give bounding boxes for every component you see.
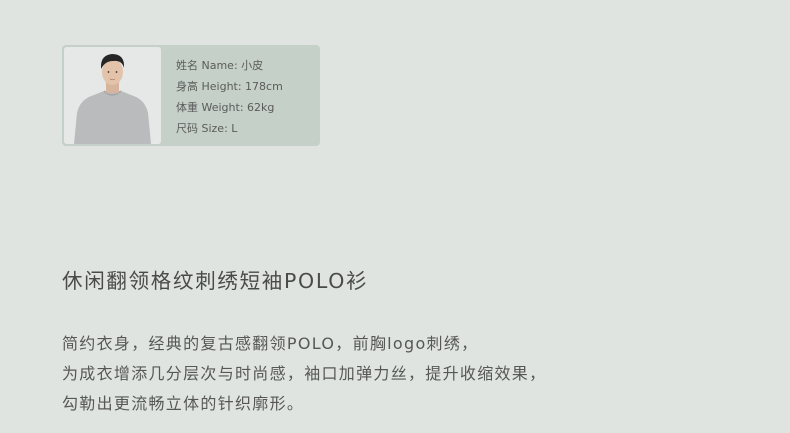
model-info-card: 姓名 Name: 小皮 身高 Height: 178cm 体重 Weight: … [62, 45, 320, 146]
model-specs: 姓名 Name: 小皮 身高 Height: 178cm 体重 Weight: … [176, 55, 283, 139]
model-photo [64, 47, 161, 144]
description-line: 为成衣增添几分层次与时尚感，袖口加弹力丝，提升收缩效果， [62, 364, 547, 383]
model-name: 姓名 Name: 小皮 [176, 59, 264, 72]
model-size: 尺码 Size: L [176, 122, 238, 135]
product-title: 休闲翻领格纹刺绣短袖POLO衫 [62, 269, 369, 293]
description-line: 简约衣身，经典的复古感翻领POLO，前胸logo刺绣， [62, 334, 479, 353]
product-description: 简约衣身，经典的复古感翻领POLO，前胸logo刺绣， 为成衣增添几分层次与时尚… [62, 329, 546, 419]
model-height: 身高 Height: 178cm [176, 80, 283, 93]
description-line: 勾勒出更流畅立体的针织廓形。 [62, 394, 305, 413]
model-weight: 体重 Weight: 62kg [176, 101, 275, 114]
